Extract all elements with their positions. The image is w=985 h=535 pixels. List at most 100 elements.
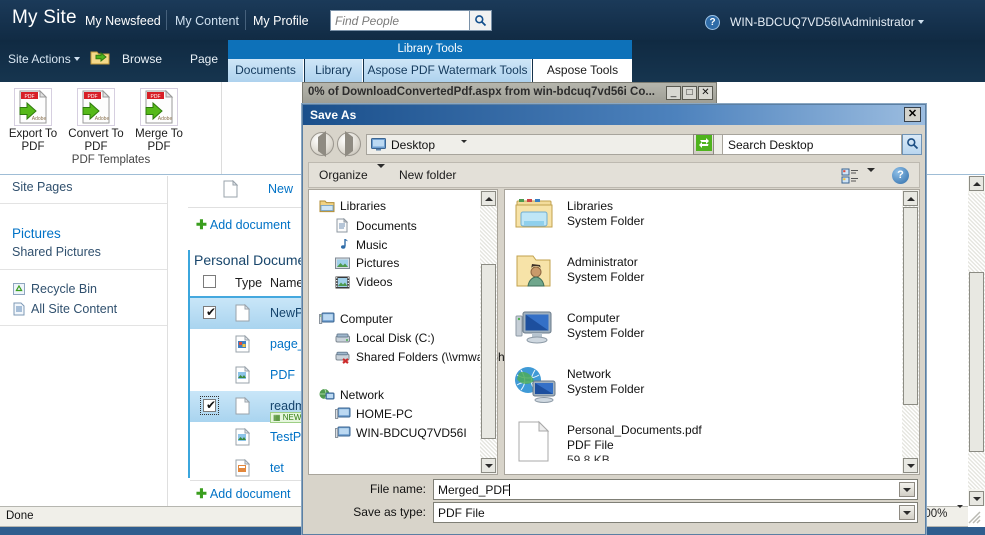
select-all-checkbox[interactable] <box>203 255 216 288</box>
site-actions-menu[interactable]: Site Actions <box>8 52 80 66</box>
search-button[interactable] <box>902 134 922 155</box>
new-folder-button[interactable]: New folder <box>399 168 456 182</box>
tree-item-pictures[interactable]: Pictures <box>335 256 399 271</box>
sidebar-item-recycle-bin[interactable]: Recycle Bin <box>0 280 168 300</box>
file-list-scrollbar-thumb[interactable] <box>903 207 918 405</box>
row-name[interactable]: NewP <box>270 306 303 320</box>
forward-button[interactable] <box>337 131 361 157</box>
list-item[interactable]: Network System Folder <box>513 362 903 418</box>
add-document-bottom[interactable]: ✚ Add document <box>196 486 291 502</box>
plus-icon: ✚ <box>196 217 207 232</box>
ribbon-group-pdf-templates: PDF Adobe Export To PDF PDF Adobe Conver… <box>0 82 222 174</box>
svg-text:Adobe: Adobe <box>158 116 173 122</box>
nav-my-newsfeed[interactable]: My Newsfeed <box>85 14 161 28</box>
tree-item-computer[interactable]: Computer <box>319 312 393 326</box>
refresh-button[interactable] <box>693 134 714 155</box>
user-menu[interactable]: WIN-BDCUQ7VD56I\Administrator <box>730 15 924 29</box>
row-name[interactable]: PDF <box>270 368 295 382</box>
find-people-input[interactable]: Find People <box>330 10 470 31</box>
nav-my-profile[interactable]: My Profile <box>253 14 309 28</box>
image-doc-icon <box>235 427 251 449</box>
list-item[interactable]: Libraries System Folder <box>513 194 903 250</box>
scroll-down-arrow-icon[interactable] <box>969 491 984 506</box>
dialog-fields: File name: Merged_PDF Save as type: PDF … <box>308 478 920 530</box>
help-icon[interactable]: ? <box>705 15 720 30</box>
tab-library[interactable]: Library <box>305 59 363 82</box>
scroll-up-arrow-icon[interactable] <box>903 191 918 206</box>
minimize-button[interactable]: _ <box>666 86 681 100</box>
export-to-pdf-label-1: Export To <box>8 128 58 140</box>
views-chevron-down-icon[interactable] <box>867 168 875 186</box>
ribbon-tab-page[interactable]: Page <box>190 52 218 66</box>
breadcrumb-chevron-down-icon[interactable] <box>461 140 467 157</box>
tree-scrollbar[interactable] <box>480 190 497 474</box>
list-item[interactable]: Administrator System Folder <box>513 250 903 306</box>
page-scrollbar-thumb[interactable] <box>969 272 984 452</box>
sidebar-item-all-site-content[interactable]: All Site Content <box>0 300 168 326</box>
search-input[interactable]: Search Desktop <box>722 134 902 155</box>
chevron-down-icon[interactable] <box>956 505 963 520</box>
scroll-down-arrow-icon[interactable] <box>903 458 918 473</box>
save-as-type-select[interactable]: PDF File <box>433 502 918 523</box>
tree-item-win-server[interactable]: WIN-BDCUQ7VD56I <box>335 426 467 440</box>
tab-documents[interactable]: Documents <box>228 59 304 82</box>
export-to-pdf-button[interactable]: PDF Adobe Export To PDF <box>2 88 64 153</box>
music-icon <box>335 237 351 251</box>
file-name-input[interactable]: Merged_PDF <box>433 479 918 500</box>
find-people-button[interactable] <box>470 10 492 31</box>
column-header-name[interactable]: Name <box>270 276 303 290</box>
address-bar: Desktop Search Desktop <box>308 129 922 159</box>
convert-to-pdf-button[interactable]: PDF Adobe Convert To PDF <box>65 88 127 153</box>
tree-item-music[interactable]: Music <box>335 237 387 252</box>
row-checkbox[interactable]: ✔ <box>200 396 219 415</box>
list-item[interactable]: Computer System Folder <box>513 306 903 362</box>
merge-to-pdf-button[interactable]: PDF Adobe Merge To PDF <box>128 88 190 153</box>
tree-item-network[interactable]: Network <box>319 388 384 402</box>
image-doc-icon <box>235 365 251 387</box>
back-button[interactable] <box>310 131 334 157</box>
resize-grip[interactable] <box>966 509 982 525</box>
list-item[interactable]: Personal_Documents.pdf PDF File 59.8 KB <box>513 418 903 474</box>
tree-item-videos[interactable]: Videos <box>335 275 392 290</box>
row-checkbox[interactable]: ✔ <box>203 305 216 319</box>
sidebar-item-shared-pictures[interactable]: Shared Pictures <box>0 243 168 270</box>
page-scrollbar[interactable] <box>968 176 985 506</box>
new-link[interactable]: New <box>268 182 293 196</box>
ppt-doc-icon <box>235 458 251 480</box>
scroll-up-arrow-icon[interactable] <box>481 191 496 206</box>
row-name[interactable]: page_ <box>270 337 305 351</box>
navigation-tree: Libraries Documents Music Pictures Video… <box>308 189 505 475</box>
views-button[interactable] <box>841 167 859 188</box>
tab-aspose-pdf-watermark-tools[interactable]: Aspose PDF Watermark Tools <box>364 59 532 82</box>
save-as-type-chevron-down-icon[interactable] <box>899 505 915 520</box>
list-item-type: System Folder <box>567 214 645 228</box>
close-button[interactable]: ✕ <box>904 107 921 122</box>
ribbon-tab-browse[interactable]: Browse <box>122 52 162 66</box>
sidebar-header-pictures[interactable]: Pictures <box>0 218 168 243</box>
close-button[interactable]: ✕ <box>698 86 713 100</box>
maximize-button[interactable]: □ <box>682 86 697 100</box>
tree-item-local-disk[interactable]: Local Disk (C:) <box>335 331 435 345</box>
tree-scrollbar-thumb[interactable] <box>481 264 496 439</box>
row-name[interactable]: TestP <box>270 430 301 444</box>
row-name[interactable]: readm <box>270 399 305 413</box>
site-brand: My Site <box>12 7 77 28</box>
navigate-up-icon[interactable] <box>90 49 110 66</box>
download-progress-window[interactable]: 0% of DownloadConvertedPdf.aspx from win… <box>302 82 717 104</box>
scroll-up-arrow-icon[interactable] <box>969 176 984 191</box>
scroll-down-arrow-icon[interactable] <box>481 458 496 473</box>
tree-item-libraries[interactable]: Libraries <box>319 199 386 213</box>
add-document-top[interactable]: ✚ Add document <box>196 217 291 233</box>
column-header-type[interactable]: Type <box>235 276 262 290</box>
tree-item-home-pc[interactable]: HOME-PC <box>335 407 413 421</box>
organize-menu[interactable]: Organize <box>319 164 386 182</box>
nav-my-content[interactable]: My Content <box>175 14 239 28</box>
tab-aspose-tools[interactable]: Aspose Tools <box>533 59 632 82</box>
file-list-scrollbar[interactable] <box>902 190 919 474</box>
nav-divider-1 <box>166 10 167 30</box>
row-name[interactable]: tet <box>270 461 284 475</box>
tree-item-documents[interactable]: Documents <box>335 217 417 233</box>
sidebar-item-site-pages[interactable]: Site Pages <box>0 176 168 204</box>
help-icon[interactable]: ? <box>892 167 909 184</box>
file-name-chevron-down-icon[interactable] <box>899 482 915 497</box>
